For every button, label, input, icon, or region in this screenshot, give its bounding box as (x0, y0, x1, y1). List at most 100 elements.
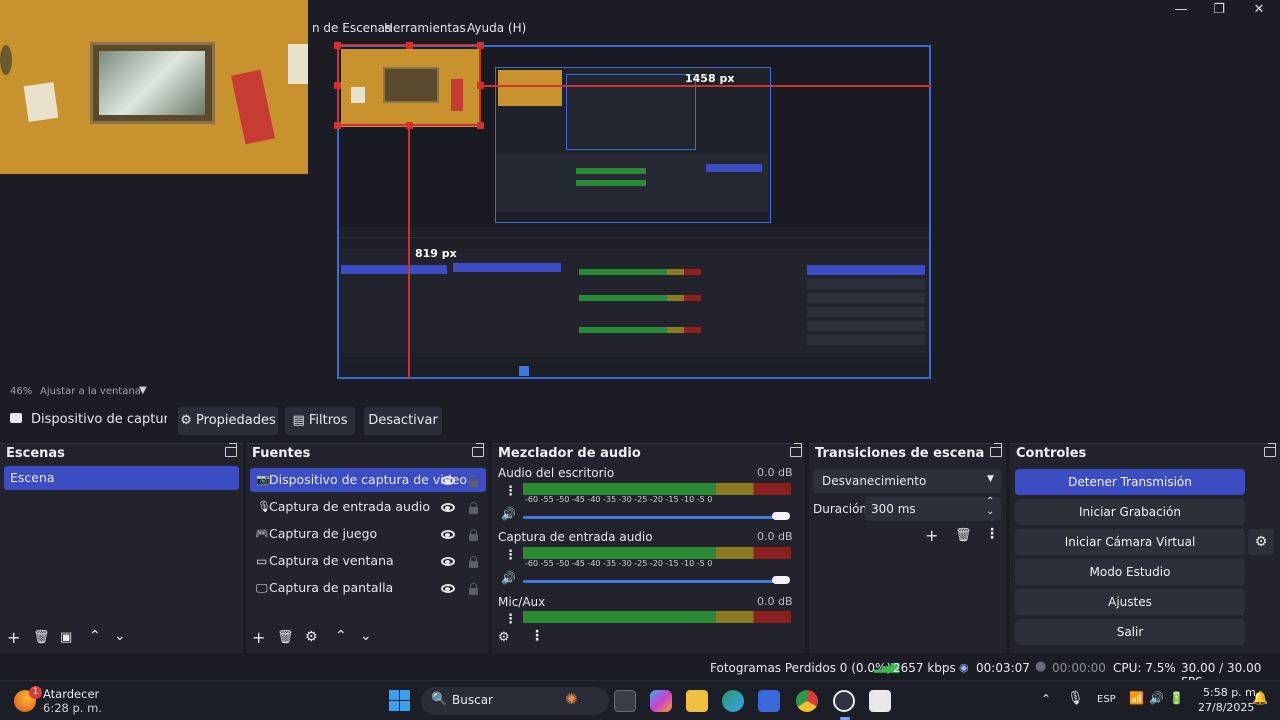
move-up-icon[interactable]: ⌃ (335, 628, 347, 644)
volume-knob[interactable] (772, 512, 790, 520)
start-icon[interactable] (389, 690, 410, 711)
battery-icon[interactable]: 🔋 (1169, 691, 1184, 705)
meter-ticks: -60 -55 -50 -45 -40 -35 -30 -25 -20 -15 … (525, 495, 713, 504)
scene-filter-icon[interactable]: ▣ (60, 630, 72, 645)
undock-icon[interactable] (790, 443, 802, 457)
undock-icon[interactable] (225, 443, 237, 457)
menu-dots-icon[interactable]: ⋮ (504, 612, 517, 627)
lock-icon[interactable] (469, 529, 478, 541)
channel-db: 0.0 dB (757, 466, 793, 479)
visibility-icon[interactable] (441, 503, 455, 512)
resize-handle-br[interactable] (477, 122, 484, 129)
spin-down-icon[interactable]: ⌄ (986, 506, 994, 517)
app-icon[interactable] (869, 690, 891, 712)
resize-handle-t[interactable] (406, 42, 413, 49)
gear-icon[interactable]: ⚙ (305, 629, 318, 645)
task-view-icon[interactable] (614, 690, 636, 712)
settings-button[interactable]: Ajustes (1015, 589, 1245, 615)
source-row[interactable]: 🎙 Captura de entrada audio (250, 495, 486, 519)
close-button[interactable]: ✕ (1244, 0, 1274, 20)
obs-icon[interactable] (833, 690, 855, 712)
notification-icon[interactable]: 🔔 (1252, 691, 1268, 706)
microphone-icon[interactable]: 🎙 (1067, 691, 1084, 706)
speaker-icon[interactable]: 🔊 (501, 507, 516, 521)
undock-icon[interactable] (1264, 443, 1276, 457)
resize-handle-b[interactable] (406, 122, 413, 129)
edge-icon[interactable] (722, 690, 744, 712)
gear-icon[interactable]: ⚙ (1248, 529, 1274, 555)
weather-title[interactable]: Atardecer (43, 687, 99, 701)
speaker-icon[interactable]: 🔊 (501, 571, 516, 585)
scene-item[interactable]: Escena (4, 466, 239, 490)
menu-dots-icon[interactable]: ⋮ (985, 526, 999, 542)
source-row[interactable]: 📷 Dispositivo de captura de video (250, 468, 486, 492)
undock-icon[interactable] (990, 443, 1002, 457)
chevron-down-icon[interactable]: ▼ (139, 385, 147, 396)
move-down-icon[interactable]: ⌄ (360, 628, 372, 644)
taskbar-search[interactable]: 🔍 Buscar ✺ (421, 687, 609, 715)
resize-handle-bl[interactable] (334, 122, 341, 129)
visibility-icon[interactable] (441, 530, 455, 539)
volume-knob[interactable] (772, 576, 790, 584)
add-scene-icon[interactable]: + (7, 628, 20, 647)
start-recording-button[interactable]: Iniciar Grabación (1015, 499, 1245, 525)
zoom-mode[interactable]: Ajustar a la ventana (40, 386, 141, 397)
advanced-audio-gear-icon[interactable]: ⚙ (498, 630, 510, 645)
lock-icon[interactable] (469, 556, 478, 568)
resize-handle-l[interactable] (334, 82, 341, 89)
chevron-up-icon[interactable]: ⌃ (1041, 692, 1051, 706)
studio-mode-button[interactable]: Modo Estudio (1015, 559, 1245, 585)
source-row[interactable]: 🎮 Captura de juego (250, 522, 486, 546)
clock-time[interactable]: 5:58 p. m. (1203, 686, 1259, 699)
remove-source-icon[interactable]: 🗑 (277, 630, 294, 645)
menu-tools[interactable]: Herramientas (384, 21, 466, 35)
volume-icon[interactable]: 🔊 (1149, 691, 1164, 705)
minimize-button[interactable]: — (1166, 0, 1196, 20)
chrome-icon[interactable] (796, 690, 818, 712)
store-icon[interactable] (758, 690, 780, 712)
undock-icon[interactable] (472, 443, 484, 457)
wifi-icon[interactable]: 📶 (1129, 691, 1144, 705)
duration-spinbox[interactable]: 300 ms ⌃ ⌄ (865, 496, 1001, 521)
exit-button[interactable]: Salir (1015, 619, 1245, 645)
copilot-icon[interactable] (650, 690, 672, 712)
move-up-icon[interactable]: ⌃ (89, 628, 101, 644)
start-virtual-camera-button[interactable]: Iniciar Cámara Virtual (1015, 529, 1245, 555)
menu-scene-collection[interactable]: n de Escenas (312, 21, 391, 35)
visibility-icon[interactable] (441, 584, 455, 593)
add-transition-icon[interactable]: + (925, 526, 938, 545)
add-source-icon[interactable]: + (252, 628, 265, 647)
channel-name: Audio del escritorio (498, 466, 615, 480)
visibility-icon[interactable] (441, 476, 455, 485)
maximize-button[interactable]: ❐ (1204, 0, 1234, 20)
menu-help[interactable]: Ayuda (H) (467, 21, 526, 35)
deactivate-button[interactable]: Desactivar (364, 407, 442, 435)
source-row[interactable]: ▭ Captura de ventana (250, 549, 486, 573)
volume-slider[interactable] (523, 580, 781, 583)
remove-scene-icon[interactable]: 🗑 (33, 630, 50, 645)
move-down-icon[interactable]: ⌄ (114, 628, 126, 644)
menu-dots-icon[interactable]: ⋮ (504, 548, 517, 563)
visibility-icon[interactable] (441, 557, 455, 566)
volume-slider[interactable] (523, 516, 781, 519)
lock-icon[interactable] (469, 475, 478, 487)
remove-transition-icon[interactable]: 🗑 (955, 528, 972, 543)
clock-date[interactable]: 27/8/2025 (1198, 701, 1254, 714)
lock-icon[interactable] (469, 502, 478, 514)
resize-handle-tr[interactable] (477, 42, 484, 49)
language-indicator[interactable]: ESP (1097, 694, 1116, 705)
stop-streaming-button[interactable]: Detener Transmisión (1015, 469, 1245, 495)
file-explorer-icon[interactable] (686, 690, 708, 712)
channel-name: Mic/Aux (498, 595, 546, 609)
transition-select[interactable]: Desvanecimiento ▼ (813, 469, 1001, 493)
source-row[interactable]: 🖵 Captura de pantalla (250, 576, 486, 600)
menu-dots-icon[interactable]: ⋮ (504, 484, 517, 499)
lock-icon[interactable] (469, 583, 478, 595)
filters-button[interactable]: ▤ Filtros (285, 407, 355, 435)
resize-handle-r[interactable] (477, 82, 484, 89)
canvas-preview[interactable]: 1458 px 819 px (337, 45, 931, 379)
menu-dots-icon[interactable]: ⋮ (530, 628, 544, 644)
channel-name: Captura de entrada audio (498, 530, 653, 544)
resize-handle-tl[interactable] (334, 42, 341, 49)
properties-button[interactable]: ⚙ Propiedades (178, 407, 278, 435)
